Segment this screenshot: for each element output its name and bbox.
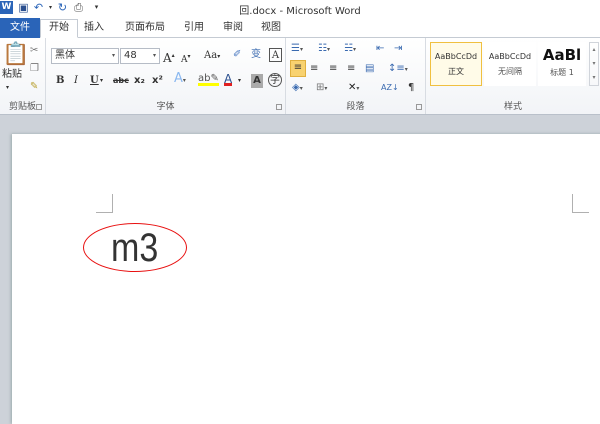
font-color-icon[interactable]: A [224, 72, 233, 86]
change-case-button[interactable]: Aa▾ [204, 49, 220, 63]
sort-icon[interactable]: AZ↓ [381, 81, 399, 95]
shrink-font-icon[interactable]: A▾ [181, 50, 191, 65]
numbering-icon[interactable]: ☷▾ [318, 42, 330, 56]
tab-insert[interactable]: 插入 [82, 20, 106, 38]
style-name: 标题 1 [550, 68, 574, 77]
bold-button[interactable]: B [56, 74, 64, 88]
paragraph-group-label: 段落 [346, 102, 365, 112]
superscript-button[interactable]: x² [152, 74, 163, 88]
ribbon-tabs: 文件 开始 插入 页面布局 引用 审阅 视图 [0, 17, 600, 38]
enclose-characters-icon[interactable]: 字 [268, 73, 282, 87]
style-preview: AaBbCcDd [434, 52, 478, 61]
tab-references[interactable]: 引用 [182, 20, 206, 38]
style-heading-1[interactable]: AaBl 标题 1 [538, 42, 586, 86]
tab-view[interactable]: 视图 [259, 20, 283, 38]
tab-review[interactable]: 审阅 [221, 20, 245, 38]
style-name: 无间隔 [498, 67, 522, 76]
bullets-icon[interactable]: ☰▾ [291, 42, 303, 56]
character-shading-icon[interactable]: A [251, 74, 263, 88]
font-name-combobox[interactable]: 黑体 ▾ [51, 48, 119, 64]
show-marks-icon[interactable]: ¶ [408, 81, 414, 95]
font-name-value: 黑体 [55, 50, 75, 61]
print-preview-icon[interactable]: ⎙ [72, 1, 85, 14]
copy-icon[interactable]: ❐ [30, 62, 39, 76]
paragraph-launcher-icon[interactable] [416, 104, 422, 110]
save-icon[interactable]: ▣ [17, 1, 30, 14]
ribbon: 📋 粘贴 ▾ ✂ ❐ ✎ 剪贴板 黑体 ▾ 48 ▾ A▴ A▾ Aa▾ ✐ 变 A… [0, 38, 600, 115]
chevron-down-icon[interactable]: ▾ [153, 49, 156, 63]
font-size-value: 48 [124, 50, 137, 61]
justify-icon[interactable]: ≡ [347, 62, 355, 76]
clipboard-group: 📋 粘贴 ▾ ✂ ❐ ✎ 剪贴板 [0, 38, 46, 114]
font-group: 黑体 ▾ 48 ▾ A▴ A▾ Aa▾ ✐ 变 A B I U ▾ abc x₂ x… [46, 38, 286, 114]
italic-button[interactable]: I [74, 74, 78, 88]
multilevel-list-icon[interactable]: ☵▾ [344, 42, 356, 56]
chinese-layout-icon[interactable]: ✕▾ [348, 81, 359, 95]
line-spacing-icon[interactable]: ↕≡▾ [388, 62, 408, 76]
chevron-down-icon[interactable]: ▾ [112, 49, 115, 63]
font-launcher-icon[interactable] [276, 104, 282, 110]
phonetic-guide-icon[interactable]: 变 [251, 48, 261, 62]
clear-formatting-icon[interactable]: ✐ [233, 48, 241, 62]
style-normal[interactable]: AaBbCcDd 正文 [430, 42, 482, 86]
underline-dropdown-icon[interactable]: ▾ [100, 74, 103, 88]
grow-font-icon[interactable]: A▴ [163, 49, 175, 65]
style-preview: AaBl [542, 46, 582, 64]
borders-icon[interactable]: ⊞▾ [316, 81, 327, 95]
underline-button[interactable]: U [90, 74, 99, 88]
align-center-icon[interactable]: ≡ [310, 62, 318, 76]
increase-indent-icon[interactable]: ⇥ [394, 42, 402, 56]
document-page[interactable]: m3 [12, 134, 600, 424]
align-right-icon[interactable]: ≡ [329, 62, 337, 76]
cut-icon[interactable]: ✂ [30, 44, 38, 58]
style-name: 正文 [448, 67, 464, 76]
font-size-combobox[interactable]: 48 ▾ [120, 48, 160, 64]
change-case-label: Aa [204, 50, 218, 61]
document-text[interactable]: m3 [111, 227, 158, 269]
format-painter-icon[interactable]: ✎ [30, 80, 38, 94]
tab-file[interactable]: 文件 [0, 18, 40, 38]
styles-scrollbar[interactable]: ▴ ▾ ▾ [589, 42, 599, 86]
font-group-label: 字体 [156, 102, 175, 112]
shading-icon[interactable]: ◈▾ [292, 81, 303, 95]
customize-toolbar-icon[interactable]: ▾ [90, 1, 103, 14]
style-no-spacing[interactable]: AaBbCcDd 无间隔 [484, 42, 536, 86]
margin-corner-mark [572, 194, 589, 213]
paste-icon[interactable]: 📋 [2, 42, 29, 68]
styles-group: AaBbCcDd 正文 AaBbCcDd 无间隔 AaBl 标题 1 ▴ ▾ ▾ 样… [426, 38, 600, 114]
align-left-button[interactable]: ≡ [290, 60, 306, 77]
font-color-dropdown-icon[interactable]: ▾ [238, 74, 241, 88]
subscript-button[interactable]: x₂ [134, 74, 145, 88]
paragraph-group: ☰▾ ☷▾ ☵▾ ⇤ ⇥ ≡ ≡ ≡ ≡ ▤ ↕≡▾ ◈▾ ⊞▾ ✕▾ AZ↓ … [286, 38, 426, 114]
paste-button[interactable]: 粘贴 [0, 68, 24, 82]
title-bar: 回.docx - Microsoft Word W ▣ ↶ ▾ ↻ ⎙ ▾ [0, 0, 600, 17]
tab-page-layout[interactable]: 页面布局 [123, 20, 167, 38]
character-border-icon[interactable]: A [269, 48, 282, 62]
redo-icon[interactable]: ↻ [56, 1, 69, 14]
clipboard-launcher-icon[interactable] [36, 104, 42, 110]
highlight-icon[interactable]: ab✎ [198, 72, 219, 86]
decrease-indent-icon[interactable]: ⇤ [376, 42, 384, 56]
style-preview: AaBbCcDd [488, 52, 532, 61]
paste-dropdown-icon[interactable]: ▾ [6, 81, 9, 95]
styles-group-label: 样式 [503, 102, 522, 112]
strikethrough-button[interactable]: abc [113, 74, 129, 88]
distributed-icon[interactable]: ▤ [365, 62, 374, 76]
word-icon[interactable]: W [0, 1, 13, 14]
text-effects-icon[interactable]: A▾ [174, 72, 186, 86]
tab-home[interactable]: 开始 [40, 19, 78, 38]
margin-corner-mark [96, 194, 113, 213]
